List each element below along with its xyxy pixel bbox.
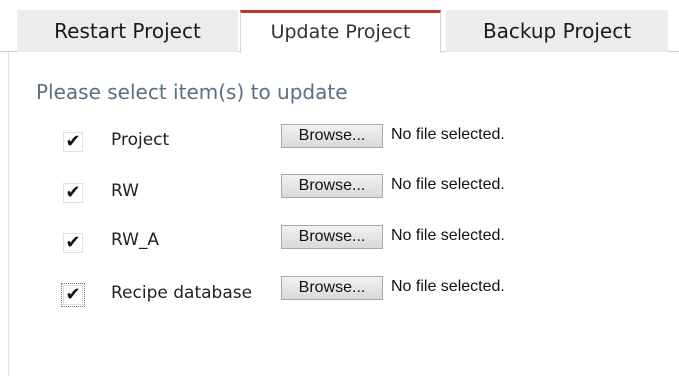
project-label: Project	[111, 130, 170, 150]
rw-browse-button[interactable]: Browse...	[281, 174, 383, 198]
update-item-row: ✔ RW_A Browse... No file selected.	[0, 225, 679, 255]
rw-a-checkbox[interactable]: ✔	[63, 233, 83, 253]
rw-a-file-status: No file selected.	[391, 227, 505, 244]
rw-label: RW	[111, 181, 139, 201]
checkmark-icon: ✔	[65, 131, 81, 152]
project-checkbox[interactable]: ✔	[63, 132, 83, 152]
tab-backup-project[interactable]: Backup Project	[446, 10, 668, 52]
tab-update-project[interactable]: Update Project	[240, 10, 441, 53]
rw-a-label: RW_A	[111, 230, 160, 250]
checkmark-icon: ✔	[65, 232, 81, 253]
rw-a-browse-button[interactable]: Browse...	[281, 225, 383, 249]
recipe-database-browse-button[interactable]: Browse...	[281, 276, 383, 300]
update-item-row: ✔ RW Browse... No file selected.	[0, 174, 679, 204]
section-heading: Please select item(s) to update	[36, 80, 348, 104]
project-file-status: No file selected.	[391, 126, 505, 143]
update-item-row: ✔ Recipe database Browse... No file sele…	[0, 276, 679, 307]
recipe-database-checkbox[interactable]: ✔	[61, 283, 85, 307]
recipe-database-label: Recipe database	[111, 283, 253, 303]
tab-bar: Restart Project Update Project Backup Pr…	[0, 0, 679, 53]
rw-checkbox[interactable]: ✔	[63, 183, 83, 203]
project-browse-button[interactable]: Browse...	[281, 124, 383, 148]
recipe-database-file-status: No file selected.	[391, 278, 505, 295]
checkmark-icon: ✔	[65, 284, 81, 305]
update-item-row: ✔ Project Browse... No file selected.	[0, 124, 679, 154]
checkmark-icon: ✔	[65, 182, 81, 203]
rw-file-status: No file selected.	[391, 176, 505, 193]
tab-restart-project[interactable]: Restart Project	[17, 10, 238, 52]
